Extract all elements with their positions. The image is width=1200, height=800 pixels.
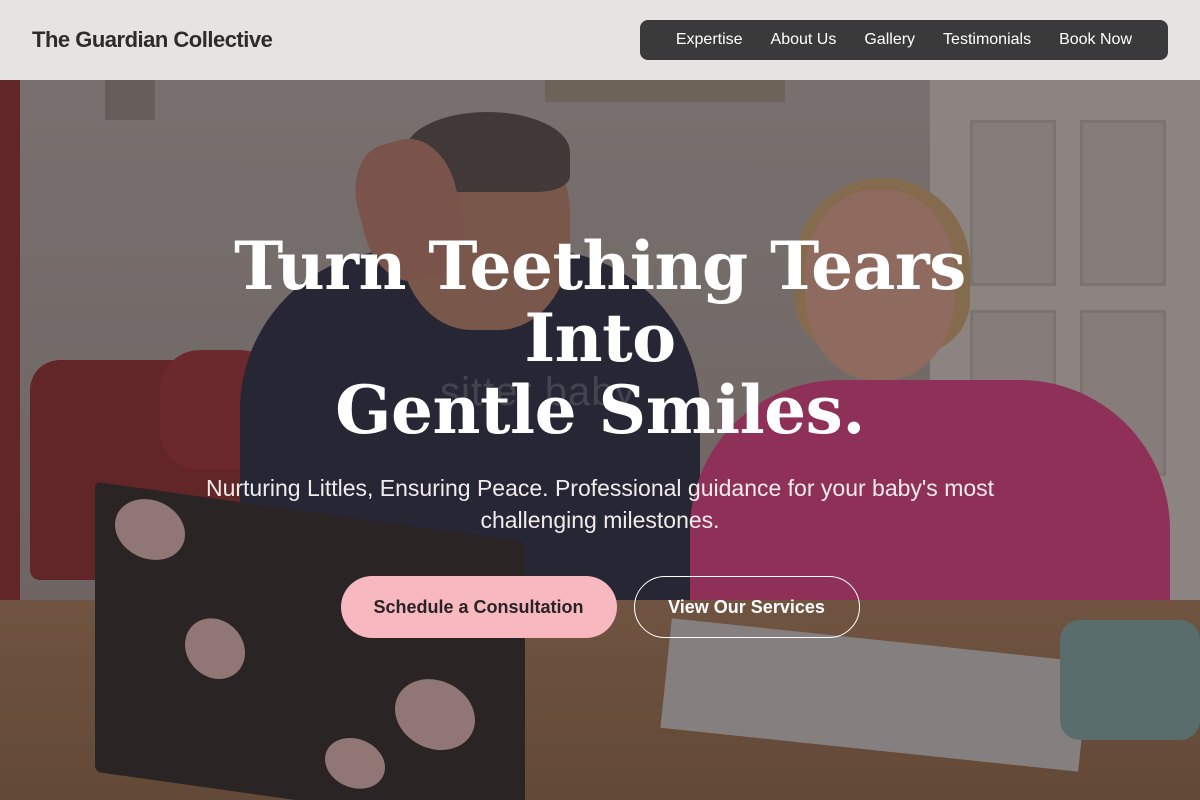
hero-headline: Turn Teething Tears Into Gentle Smiles. [150, 230, 1050, 446]
nav-item-expertise[interactable]: Expertise [662, 31, 757, 49]
brand-logo[interactable]: The Guardian Collective [32, 27, 273, 53]
hero-headline-line-1: Turn Teething Tears Into [234, 227, 966, 377]
hero-cta-row: Schedule a Consultation View Our Service… [0, 576, 1200, 638]
nav-item-about-us[interactable]: About Us [757, 31, 851, 49]
nav-item-book-now[interactable]: Book Now [1045, 31, 1146, 49]
nav-item-gallery[interactable]: Gallery [850, 31, 929, 49]
nav-item-testimonials[interactable]: Testimonials [929, 31, 1045, 49]
schedule-consultation-button[interactable]: Schedule a Consultation [340, 576, 617, 638]
hero-content: Turn Teething Tears Into Gentle Smiles. … [0, 230, 1200, 638]
hero-headline-line-2: Gentle Smiles. [335, 371, 865, 449]
hero-section: The Guardian Collective Expertise About … [0, 0, 1200, 800]
hero-subheadline: Nurturing Littles, Ensuring Peace. Profe… [205, 475, 995, 533]
view-services-button[interactable]: View Our Services [633, 576, 860, 638]
site-header: The Guardian Collective Expertise About … [0, 0, 1200, 80]
main-nav: Expertise About Us Gallery Testimonials … [639, 20, 1168, 60]
